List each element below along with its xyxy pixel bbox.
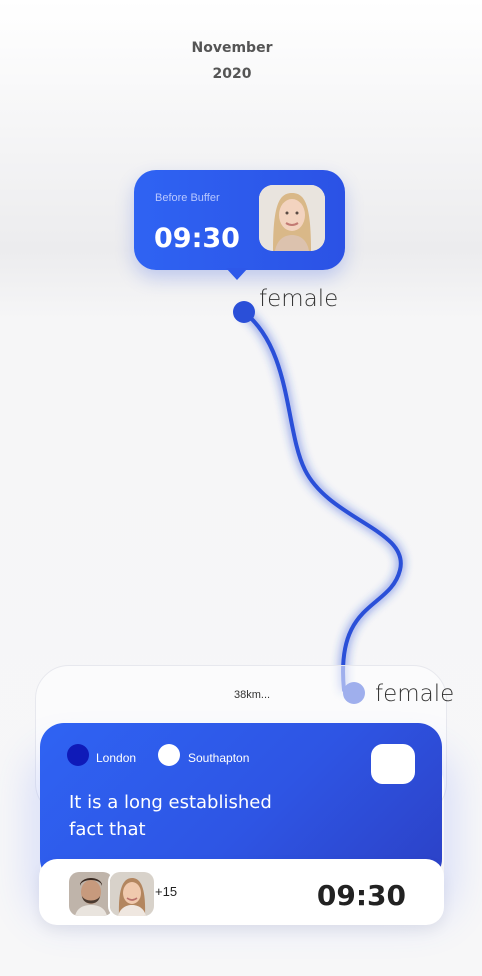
woman-avatar-small-icon (108, 870, 156, 918)
trip-footer: +15 09:30 (39, 859, 444, 925)
start-marker (233, 301, 255, 323)
destination-dot-icon (158, 744, 180, 766)
start-marker-label: female (259, 286, 339, 312)
before-buffer-label: Before Buffer (155, 192, 220, 204)
origin-label: London (96, 751, 137, 765)
woman-avatar-icon (259, 185, 325, 251)
origin-dot-icon (67, 744, 89, 766)
trip-message: It is a long established fact that (69, 792, 272, 840)
card-action-button[interactable] (371, 744, 415, 784)
bubble-pointer (226, 268, 248, 280)
extra-count: +15 (155, 884, 178, 899)
before-buffer-time: 09:30 (154, 223, 240, 254)
end-marker-label: female (375, 681, 455, 707)
destination-label: Southapton (188, 751, 250, 765)
before-buffer-bubble[interactable]: Before Buffer 09:30 (134, 170, 345, 270)
distance-label: 38km... (234, 689, 271, 701)
trip-time: 09:30 (316, 879, 406, 912)
